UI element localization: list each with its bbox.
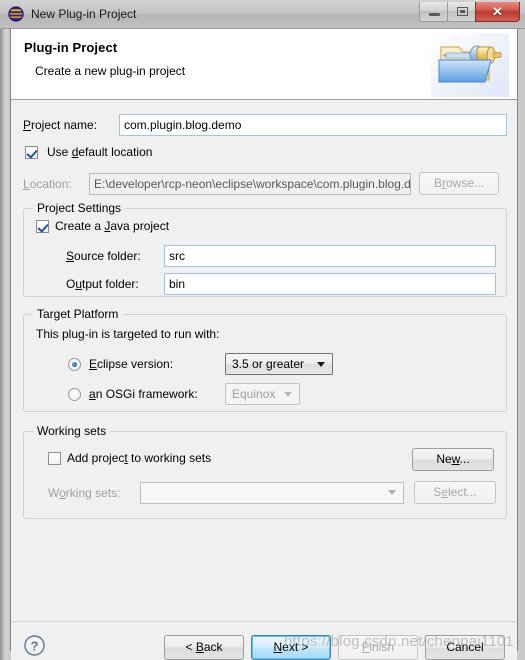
chevron-down-icon: [284, 391, 292, 397]
close-button[interactable]: ✕: [475, 2, 520, 22]
create-java-project-row[interactable]: Create a Java project: [36, 219, 169, 233]
project-name-input[interactable]: [119, 114, 507, 136]
chevron-down-icon: [317, 361, 325, 367]
eclipse-version-label: Eclipse version:: [89, 357, 174, 371]
eclipse-version-row[interactable]: Eclipse version: 3.5 or greater: [68, 353, 333, 375]
add-project-to-working-sets-label: Add project to working sets: [67, 451, 212, 465]
location-row: Location: E:\developer\rcp-neon\eclipse\…: [23, 172, 507, 195]
output-folder-label: Output folder:: [66, 277, 139, 291]
osgi-framework-label: an OSGi framework:: [89, 387, 198, 401]
working-sets-field-label: Working sets:: [48, 485, 121, 500]
svg-text:?: ?: [31, 638, 39, 653]
maximize-icon: [457, 7, 468, 16]
working-sets-group: Working sets Add project to working sets…: [23, 424, 507, 519]
minimize-icon: [429, 13, 440, 16]
wizard-banner: Plug-in Project Create a new plug-in pro…: [11, 29, 517, 100]
eclipse-version-combo[interactable]: 3.5 or greater: [225, 353, 333, 375]
add-project-to-working-sets-checkbox[interactable]: [48, 451, 61, 465]
location-label: Location:: [23, 176, 72, 191]
working-sets-field-row: Working sets: Select...: [48, 481, 496, 504]
select-working-set-button: Select...: [414, 481, 496, 504]
target-platform-description: This plug-in is targeted to run with:: [36, 327, 220, 341]
osgi-framework-combo-value: Equinox: [232, 387, 276, 401]
target-platform-title: Target Platform: [33, 307, 123, 321]
working-sets-combo: [140, 481, 404, 504]
new-plugin-project-dialog: New Plug-in Project ✕ Plug-in Project Cr…: [0, 0, 525, 660]
project-name-row: Project name:: [23, 114, 507, 136]
next-button[interactable]: Next >: [251, 635, 331, 660]
browse-button: Browse...: [419, 172, 499, 195]
project-name-label: Project name:: [23, 118, 98, 132]
source-folder-input[interactable]: [164, 245, 496, 267]
cancel-button[interactable]: Cancel: [425, 635, 505, 660]
project-settings-title: Project Settings: [33, 201, 126, 215]
osgi-framework-combo: Equinox: [225, 383, 300, 405]
output-folder-input[interactable]: [164, 273, 496, 295]
dialog-client-area: Plug-in Project Create a new plug-in pro…: [10, 29, 518, 660]
use-default-location-row[interactable]: Use default location: [25, 145, 152, 159]
window-controls: ✕: [419, 2, 520, 22]
eclipse-version-radio[interactable]: [68, 357, 81, 371]
dialog-body: Project name: Use default location Locat…: [11, 100, 517, 621]
finish-button: Finish: [338, 635, 418, 660]
dialog-button-bar: ? < Back Next > Finish Cancel: [11, 621, 517, 660]
new-working-set-button[interactable]: New...: [412, 448, 494, 471]
eclipse-globe-icon: [8, 6, 24, 22]
target-platform-group: Target Platform This plug-in is targeted…: [23, 307, 507, 412]
back-button[interactable]: < Back: [164, 635, 244, 660]
output-folder-row: Output folder:: [66, 273, 496, 295]
chevron-down-icon: [388, 490, 396, 495]
close-icon: ✕: [492, 4, 503, 19]
minimize-button[interactable]: [419, 2, 448, 22]
help-icon[interactable]: ?: [23, 634, 46, 657]
window-title: New Plug-in Project: [31, 7, 137, 21]
project-settings-group: Project Settings Create a Java project S…: [23, 201, 507, 297]
use-default-location-label: Use default location: [47, 145, 153, 159]
eclipse-version-combo-value: 3.5 or greater: [232, 357, 305, 371]
create-java-project-checkbox[interactable]: [36, 219, 49, 233]
working-sets-title: Working sets: [33, 424, 111, 438]
add-project-to-working-sets-row[interactable]: Add project to working sets: [48, 451, 211, 465]
source-folder-row: Source folder:: [66, 245, 496, 267]
use-default-location-checkbox[interactable]: [25, 145, 38, 159]
osgi-framework-radio[interactable]: [68, 387, 81, 401]
osgi-framework-row[interactable]: an OSGi framework: Equinox: [68, 383, 300, 405]
create-java-project-label: Create a Java project: [55, 219, 170, 233]
plugin-project-folder-icon: [431, 33, 509, 97]
title-bar: New Plug-in Project ✕: [0, 0, 525, 29]
source-folder-label: Source folder:: [66, 249, 141, 263]
location-input: E:\developer\rcp-neon\eclipse\workspace\…: [89, 172, 411, 195]
maximize-button[interactable]: [447, 2, 476, 22]
